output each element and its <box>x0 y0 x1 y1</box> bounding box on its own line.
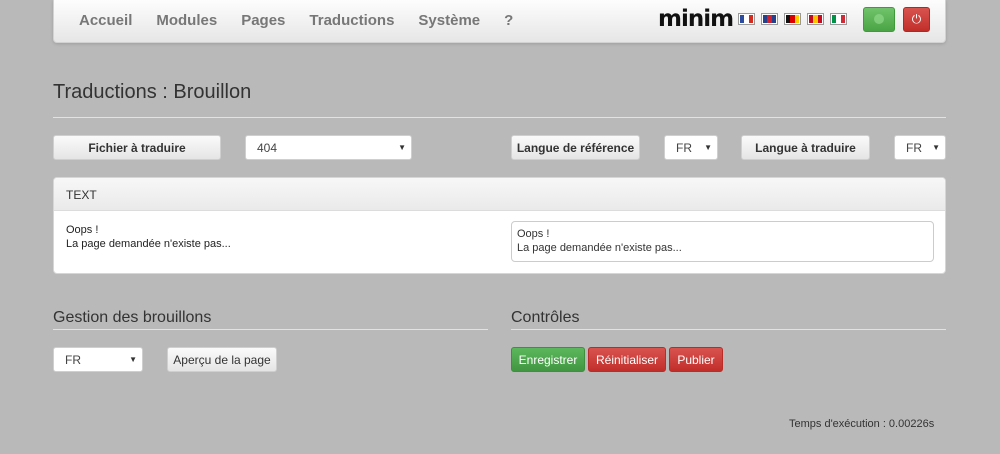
reference-language-value: FR <box>676 140 692 155</box>
draft-language-value: FR <box>65 352 81 367</box>
language-flags <box>738 13 847 25</box>
chevron-down-icon: ▼ <box>704 143 712 152</box>
nav-pages[interactable]: Pages <box>229 12 297 29</box>
translation-panel: TEXT Oops ! La page demandée n'existe pa… <box>53 177 946 274</box>
brand-logo[interactable]: minim <box>658 7 734 31</box>
chevron-down-icon: ▼ <box>932 143 940 152</box>
drafts-section-title: Gestion des brouillons <box>53 309 212 326</box>
publish-button[interactable]: Publier <box>669 347 723 372</box>
main-nav: Accueil Modules Pages Traductions Systèm… <box>67 0 525 40</box>
nav-modules[interactable]: Modules <box>144 12 229 29</box>
top-navbar: Accueil Modules Pages Traductions Systèm… <box>53 0 946 43</box>
flag-uk-icon[interactable] <box>761 13 778 25</box>
controls-section-title: Contrôles <box>511 309 580 326</box>
flag-it-icon[interactable] <box>830 13 847 25</box>
file-select[interactable]: 404 ▼ <box>245 135 412 160</box>
reset-button[interactable]: Réinitialiser <box>588 347 666 372</box>
nav-help[interactable]: ? <box>492 12 525 29</box>
target-language-select[interactable]: FR ▼ <box>894 135 946 160</box>
flag-fr-icon[interactable] <box>738 13 755 25</box>
controls-divider <box>511 329 946 330</box>
flag-de-icon[interactable] <box>784 13 801 25</box>
draft-language-select[interactable]: FR ▼ <box>53 347 143 372</box>
file-to-translate-button[interactable]: Fichier à traduire <box>53 135 221 160</box>
target-language-value: FR <box>906 140 922 155</box>
reference-language-select[interactable]: FR ▼ <box>664 135 718 160</box>
execution-time: Temps d'exécution : 0.00226s <box>789 418 935 430</box>
target-language-button[interactable]: Langue à traduire <box>741 135 870 160</box>
source-text: Oops ! La page demandée n'existe pas... <box>66 224 231 250</box>
chevron-down-icon: ▼ <box>129 355 137 364</box>
status-button[interactable] <box>863 7 895 32</box>
title-divider <box>53 117 946 118</box>
nav-systeme[interactable]: Système <box>406 12 492 29</box>
page-title: Traductions : Brouillon <box>53 81 252 103</box>
file-select-value: 404 <box>257 140 278 155</box>
nav-traductions[interactable]: Traductions <box>297 12 406 29</box>
power-icon: ⏻ <box>911 12 922 26</box>
page-preview-button[interactable]: Aperçu de la page <box>167 347 277 372</box>
drafts-divider <box>53 329 488 330</box>
chevron-down-icon: ▼ <box>398 143 406 152</box>
status-icon <box>874 14 884 24</box>
panel-header: TEXT <box>54 178 945 211</box>
translation-textarea[interactable]: Oops ! La page demandée n'existe pas... <box>511 221 934 262</box>
save-button[interactable]: Enregistrer <box>511 347 585 372</box>
flag-es-icon[interactable] <box>807 13 824 25</box>
reference-language-button[interactable]: Langue de référence <box>511 135 640 160</box>
nav-accueil[interactable]: Accueil <box>67 12 144 29</box>
logout-button[interactable]: ⏻ <box>903 7 930 32</box>
